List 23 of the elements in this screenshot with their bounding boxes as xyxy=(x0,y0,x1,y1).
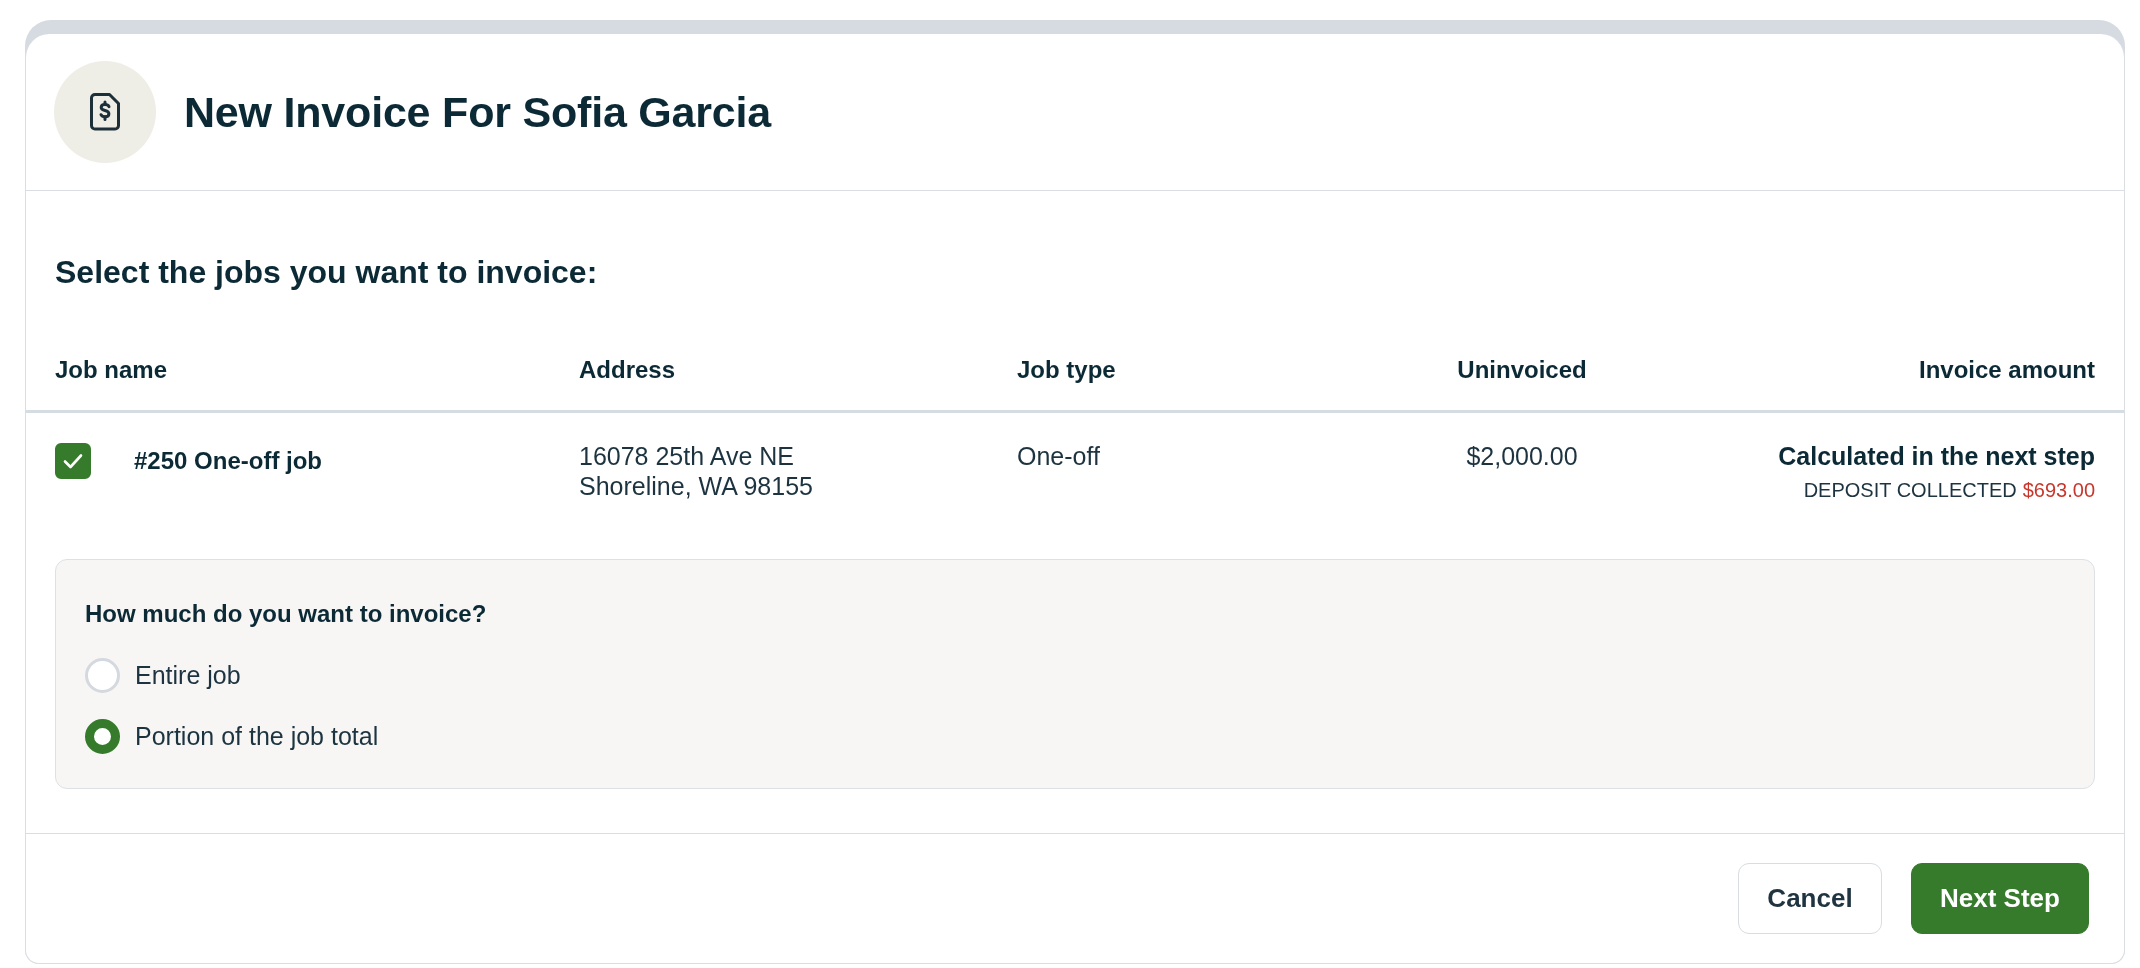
invoice-icon xyxy=(54,61,156,163)
column-header: Job name xyxy=(55,355,169,384)
address-text: 16078 25th Ave NE Shoreline, WA 98155 xyxy=(579,441,814,501)
radio-label[interactable]: Entire job xyxy=(135,658,241,693)
dialog-title: New Invoice For Sofia Garcia xyxy=(184,87,772,137)
job-type: One-off xyxy=(1017,441,1101,471)
checkbox[interactable] xyxy=(55,443,91,479)
column-header: Invoice amount xyxy=(1917,355,2095,384)
cancel-button[interactable]: Cancel xyxy=(1738,863,1882,934)
column-header: Job type xyxy=(1017,355,1117,384)
deposit-amount: $693.00 xyxy=(2022,478,2095,502)
next-step-button[interactable]: Next Step xyxy=(1911,863,2089,934)
radio-label[interactable]: Portion of the job total xyxy=(135,719,379,754)
options-question: How much do you want to invoice? xyxy=(85,599,488,629)
column-header: Address xyxy=(579,355,677,384)
section-heading: Select the jobs you want to invoice: xyxy=(54,253,599,291)
uninvoiced-amount: $2,000.00 xyxy=(1465,441,1579,471)
checkmark-icon xyxy=(63,453,83,469)
deposit-label: DEPOSIT COLLECTED xyxy=(1803,478,2017,502)
job-name: #250 One-off job xyxy=(134,446,323,476)
column-header: Uninvoiced xyxy=(1456,355,1588,384)
radio-button[interactable] xyxy=(85,719,120,754)
invoice-amount: Calculated in the next step xyxy=(1778,441,2095,471)
